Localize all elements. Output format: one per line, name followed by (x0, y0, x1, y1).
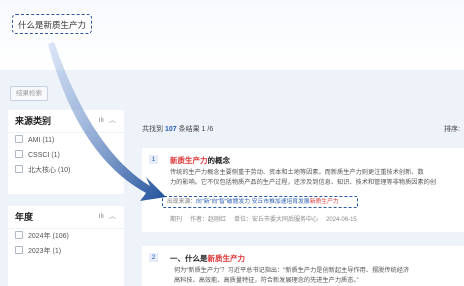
curved-arrow-icon (48, 42, 166, 201)
